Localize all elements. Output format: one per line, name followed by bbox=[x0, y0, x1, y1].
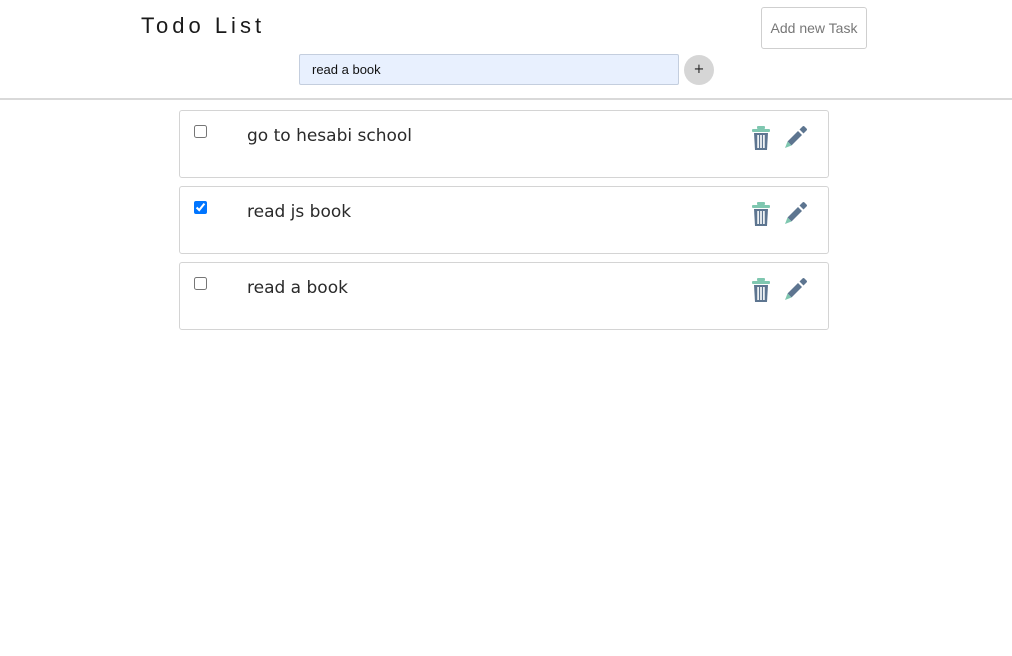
pencil-icon[interactable] bbox=[784, 201, 808, 227]
task-checkbox[interactable] bbox=[194, 201, 207, 214]
task-item: read a book bbox=[179, 262, 829, 330]
task-list: go to hesabi school read js book read a … bbox=[179, 110, 829, 338]
header: Todo List Add new Task + bbox=[0, 0, 1012, 100]
task-item: go to hesabi school bbox=[179, 110, 829, 178]
add-button[interactable]: + bbox=[684, 55, 714, 85]
task-item: read js book bbox=[179, 186, 829, 254]
task-label: go to hesabi school bbox=[247, 126, 412, 146]
task-checkbox[interactable] bbox=[194, 277, 207, 290]
add-new-task-button[interactable]: Add new Task bbox=[761, 7, 867, 49]
pencil-icon[interactable] bbox=[784, 125, 808, 151]
task-label: read a book bbox=[247, 278, 348, 298]
pencil-icon[interactable] bbox=[784, 277, 808, 303]
task-input[interactable] bbox=[299, 54, 679, 85]
task-checkbox[interactable] bbox=[194, 125, 207, 138]
trash-icon[interactable] bbox=[751, 125, 775, 151]
task-label: read js book bbox=[247, 202, 352, 222]
page-title: Todo List bbox=[141, 13, 266, 38]
trash-icon[interactable] bbox=[751, 201, 775, 227]
trash-icon[interactable] bbox=[751, 277, 775, 303]
